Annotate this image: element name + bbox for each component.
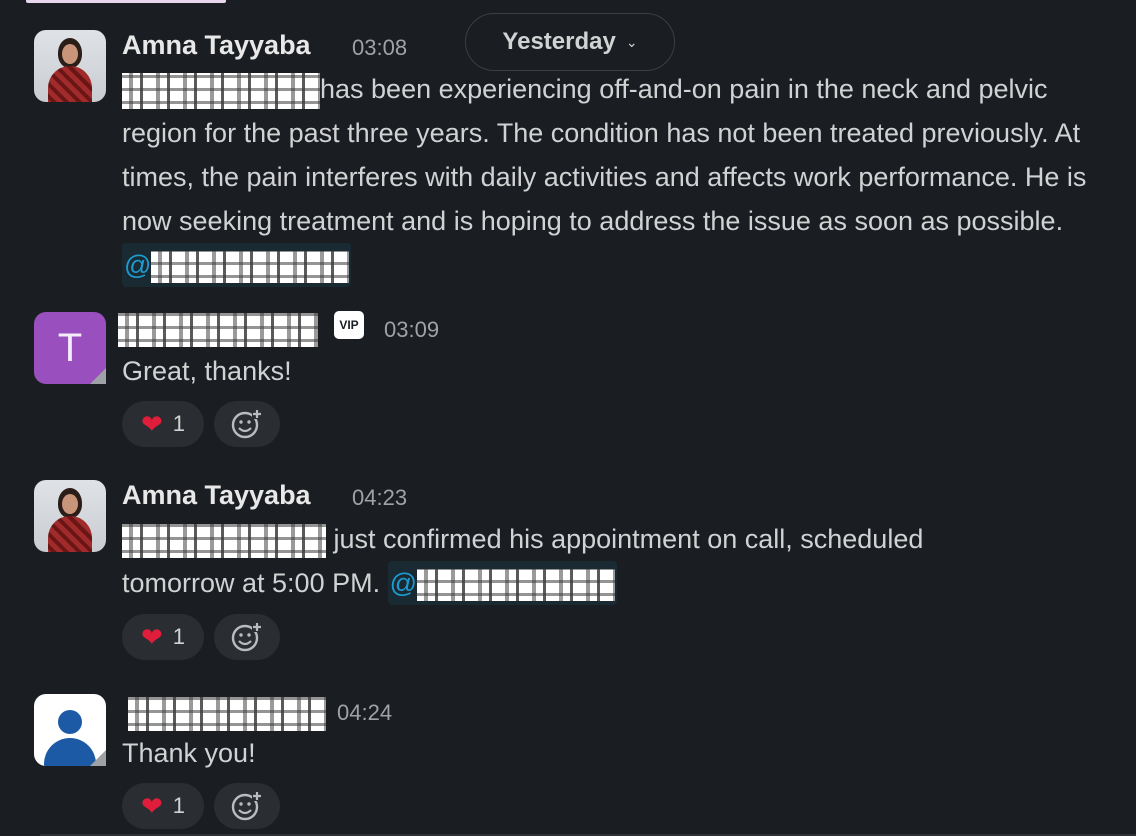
user-mention[interactable]: @ [122,243,352,287]
avatar[interactable] [34,480,106,552]
heart-icon: ❤ [140,790,163,821]
reaction-pill[interactable]: ❤ 1 [122,401,204,447]
status-corner-icon [90,368,106,384]
add-reaction-button[interactable] [214,401,280,447]
vip-badge: VIP [334,311,364,339]
redacted-name [122,72,320,109]
add-reaction-button[interactable] [214,614,280,660]
chevron-down-icon: ⌄ [625,33,638,50]
reaction-count: 1 [172,411,186,436]
reaction-count: 1 [172,624,186,649]
message-text: Great, thanks! [122,356,292,386]
redacted-name [122,523,326,558]
date-divider-label: Yesterday [502,28,616,55]
redacted-author-name[interactable] [128,697,326,731]
user-mention[interactable]: @ [387,561,618,605]
timestamp[interactable]: 03:09 [384,317,439,343]
timestamp[interactable]: 04:23 [352,485,407,511]
avatar-initial: T [57,325,83,370]
message-text: has been experiencing off-and-on pain in… [122,67,1112,287]
message-text: Thank you! [122,738,256,768]
heart-icon: ❤ [140,621,163,652]
add-emoji-icon [231,791,262,821]
reaction-count: 1 [172,793,186,818]
redacted-author-name[interactable] [118,313,318,347]
top-accent-bar [26,0,226,3]
date-divider-button[interactable]: Yesterday ⌄ [465,13,675,71]
reaction-pill[interactable]: ❤ 1 [122,614,204,660]
timestamp[interactable]: 04:24 [337,700,392,726]
add-emoji-icon [231,622,262,652]
add-emoji-icon [231,409,262,439]
message-body-line1: just confirmed his appointment on call, … [333,524,924,554]
status-corner-icon [90,750,106,766]
author-name[interactable]: Amna Tayyaba [122,480,311,511]
avatar[interactable] [34,30,106,102]
reaction-pill[interactable]: ❤ 1 [122,783,204,829]
message-text: just confirmed his appointment on call, … [122,517,1112,605]
heart-icon: ❤ [140,408,163,439]
message-body-line2: tomorrow at 5:00 PM. [122,568,381,598]
author-name[interactable]: Amna Tayyaba [122,30,311,61]
timestamp[interactable]: 03:08 [352,35,407,61]
add-reaction-button[interactable] [214,783,280,829]
